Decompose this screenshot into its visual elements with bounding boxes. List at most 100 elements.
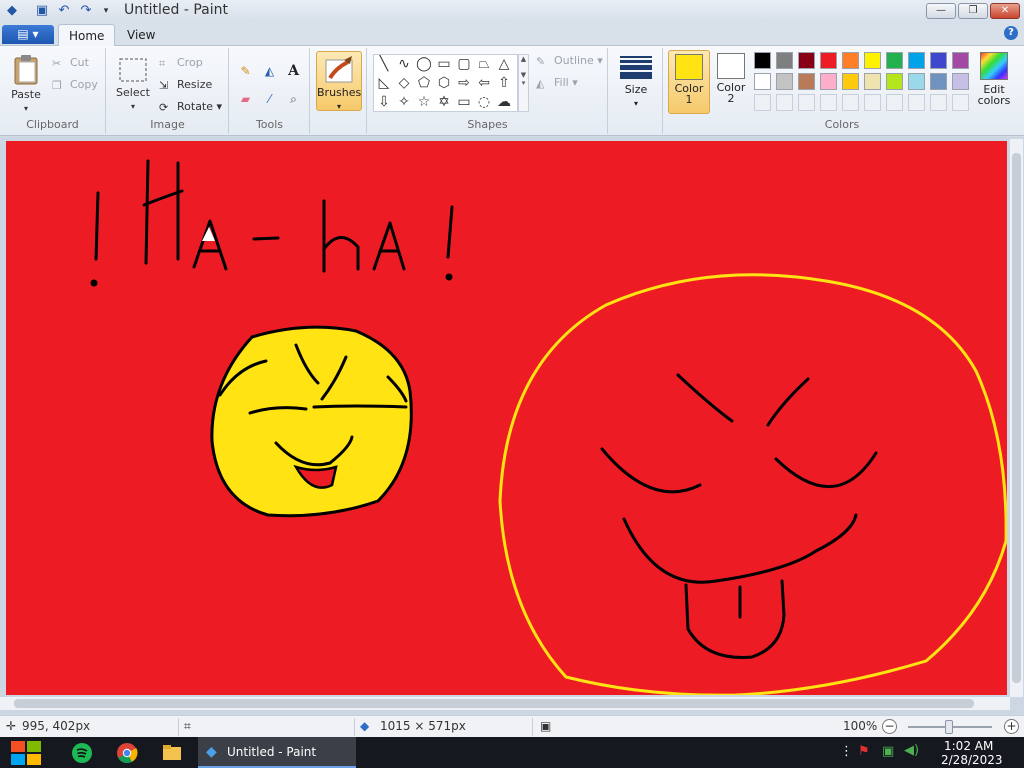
curve-shape-icon[interactable]: ∿ bbox=[395, 55, 413, 73]
pencil-icon[interactable]: ✎ bbox=[236, 62, 255, 80]
palette-swatch[interactable] bbox=[820, 73, 837, 90]
clock-time[interactable]: 1:02 AM bbox=[944, 739, 993, 753]
outline-button[interactable]: ✎ Outline ▾ bbox=[536, 54, 603, 68]
close-button[interactable]: ✕ bbox=[990, 3, 1020, 19]
resize-button[interactable]: ⇲ Resize bbox=[159, 78, 212, 92]
palette-empty-slot[interactable] bbox=[798, 94, 815, 111]
edit-colors-button[interactable]: Edit colors bbox=[974, 52, 1014, 114]
tab-home[interactable]: Home bbox=[58, 24, 116, 47]
network-icon[interactable]: ▣ bbox=[882, 744, 894, 759]
file-menu-button[interactable]: ▤ ▾ bbox=[2, 25, 54, 44]
vertical-scrollbar[interactable] bbox=[1010, 139, 1023, 697]
palette-swatch[interactable] bbox=[776, 52, 793, 69]
callout-rect-shape-icon[interactable]: ▭ bbox=[455, 93, 473, 111]
diamond-shape-icon[interactable]: ◇ bbox=[395, 74, 413, 92]
line-shape-icon[interactable]: ╲ bbox=[375, 55, 393, 73]
palette-swatch[interactable] bbox=[754, 52, 771, 69]
five-point-star-shape-icon[interactable]: ☆ bbox=[415, 93, 433, 111]
palette-empty-slot[interactable] bbox=[952, 94, 969, 111]
customize-quick-access-icon[interactable]: ▾ bbox=[98, 3, 114, 19]
horizontal-scrollbar[interactable] bbox=[0, 697, 1010, 710]
shape-gallery-scroll[interactable]: ▲ ▼ ▾ bbox=[518, 54, 529, 112]
palette-empty-slot[interactable] bbox=[842, 94, 859, 111]
callout-oval-shape-icon[interactable]: ◌ bbox=[475, 93, 493, 111]
rounded-rectangle-shape-icon[interactable]: ▢ bbox=[455, 55, 473, 73]
hexagon-shape-icon[interactable]: ⬡ bbox=[435, 74, 453, 92]
rotate-button[interactable]: ⟳ Rotate ▾ bbox=[159, 100, 222, 114]
four-point-star-shape-icon[interactable]: ✧ bbox=[395, 93, 413, 111]
polygon-shape-icon[interactable]: ⏢ bbox=[475, 55, 493, 73]
right-arrow-shape-icon[interactable]: ⇨ bbox=[455, 74, 473, 92]
palette-swatch[interactable] bbox=[776, 73, 793, 90]
right-triangle-shape-icon[interactable]: ◺ bbox=[375, 74, 393, 92]
pentagon-shape-icon[interactable]: ⬠ bbox=[415, 74, 433, 92]
rectangle-shape-icon[interactable]: ▭ bbox=[435, 55, 453, 73]
color2-button[interactable]: Color 2 bbox=[712, 50, 750, 114]
palette-empty-slot[interactable] bbox=[864, 94, 881, 111]
palette-swatch[interactable] bbox=[864, 52, 881, 69]
size-button[interactable]: Size ▾ bbox=[614, 50, 658, 112]
color1-button[interactable]: Color 1 bbox=[668, 50, 710, 114]
drawing-canvas[interactable] bbox=[6, 141, 1007, 695]
down-arrow-shape-icon[interactable]: ⇩ bbox=[375, 93, 393, 111]
copy-button[interactable]: ❐ Copy bbox=[52, 78, 98, 92]
tab-view[interactable]: View bbox=[117, 24, 165, 47]
palette-swatch[interactable] bbox=[930, 73, 947, 90]
zoom-out-button[interactable]: − bbox=[882, 719, 897, 734]
palette-swatch[interactable] bbox=[930, 52, 947, 69]
palette-swatch[interactable] bbox=[952, 52, 969, 69]
palette-empty-slot[interactable] bbox=[908, 94, 925, 111]
chrome-icon[interactable] bbox=[115, 741, 139, 765]
crop-button[interactable]: ⌗ Crop bbox=[159, 56, 203, 70]
windows-start-icon[interactable] bbox=[9, 739, 43, 767]
cut-button[interactable]: ✂ Cut bbox=[52, 56, 89, 70]
palette-empty-slot[interactable] bbox=[930, 94, 947, 111]
palette-swatch[interactable] bbox=[952, 73, 969, 90]
taskbar-paint-button[interactable]: ◆ Untitled - Paint bbox=[198, 737, 356, 768]
zoom-slider-thumb[interactable] bbox=[945, 720, 953, 734]
volume-icon[interactable]: ◀) bbox=[904, 743, 919, 758]
paint-app-icon[interactable]: ◆ bbox=[4, 3, 20, 19]
palette-swatch[interactable] bbox=[798, 73, 815, 90]
save-icon[interactable]: ▣ bbox=[34, 3, 50, 19]
fill-button[interactable]: ◭ Fill ▾ bbox=[536, 76, 578, 90]
paste-button[interactable]: Paste ▾ bbox=[8, 54, 44, 114]
palette-swatch[interactable] bbox=[908, 73, 925, 90]
eraser-icon[interactable]: ▰ bbox=[236, 90, 255, 108]
text-tool-icon[interactable]: A bbox=[284, 62, 303, 80]
up-arrow-shape-icon[interactable]: ⇧ bbox=[495, 74, 513, 92]
left-arrow-shape-icon[interactable]: ⇦ bbox=[475, 74, 493, 92]
palette-swatch[interactable] bbox=[864, 73, 881, 90]
vertical-scroll-thumb[interactable] bbox=[1012, 153, 1021, 683]
brushes-button[interactable]: Brushes ▾ bbox=[316, 51, 362, 111]
palette-swatch[interactable] bbox=[886, 52, 903, 69]
horizontal-scroll-thumb[interactable] bbox=[14, 699, 974, 708]
palette-swatch[interactable] bbox=[908, 52, 925, 69]
undo-icon[interactable]: ↶ bbox=[56, 3, 72, 19]
clock-date[interactable]: 2/28/2023 bbox=[941, 753, 1003, 767]
oval-shape-icon[interactable]: ◯ bbox=[415, 55, 433, 73]
help-icon[interactable]: ? bbox=[1004, 26, 1018, 40]
palette-swatch[interactable] bbox=[842, 52, 859, 69]
spotify-icon[interactable] bbox=[70, 741, 94, 765]
palette-swatch[interactable] bbox=[886, 73, 903, 90]
magnifier-icon[interactable]: ⌕ bbox=[284, 90, 303, 108]
zoom-in-button[interactable]: + bbox=[1004, 719, 1019, 734]
file-explorer-icon[interactable] bbox=[160, 741, 184, 765]
callout-cloud-shape-icon[interactable]: ☁ bbox=[495, 93, 513, 111]
overflow-icon[interactable]: ⋮ bbox=[840, 744, 853, 759]
select-button[interactable]: Select ▾ bbox=[115, 56, 151, 112]
color-picker-icon[interactable]: ⁄ bbox=[260, 90, 279, 108]
maximize-button[interactable]: ❐ bbox=[958, 3, 988, 19]
palette-empty-slot[interactable] bbox=[776, 94, 793, 111]
palette-empty-slot[interactable] bbox=[820, 94, 837, 111]
palette-swatch[interactable] bbox=[842, 73, 859, 90]
palette-swatch[interactable] bbox=[820, 52, 837, 69]
palette-swatch[interactable] bbox=[798, 52, 815, 69]
action-center-flag-icon[interactable]: ⚑ bbox=[858, 744, 870, 759]
redo-icon[interactable]: ↷ bbox=[78, 3, 94, 19]
six-point-star-shape-icon[interactable]: ✡ bbox=[435, 93, 453, 111]
palette-empty-slot[interactable] bbox=[886, 94, 903, 111]
fill-bucket-icon[interactable]: ◭ bbox=[260, 62, 279, 80]
palette-swatch[interactable] bbox=[754, 73, 771, 90]
